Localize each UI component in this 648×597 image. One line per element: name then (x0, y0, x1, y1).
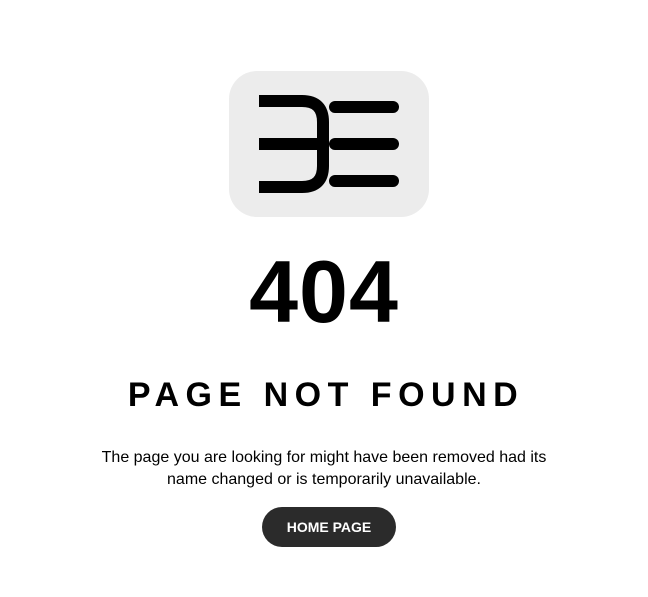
error-message-line: The page you are looking for might have … (101, 449, 547, 466)
page-title: PAGE NOT FOUND (127, 376, 525, 414)
logo-badge (229, 71, 429, 217)
home-page-button[interactable]: HOME PAGE (262, 507, 396, 547)
error-code: 404 (249, 242, 399, 341)
error-message: The page you are looking for might have … (0, 447, 648, 491)
brand-logo-icon (259, 95, 399, 193)
error-message-line: name changed or is temporarily unavailab… (167, 471, 481, 488)
